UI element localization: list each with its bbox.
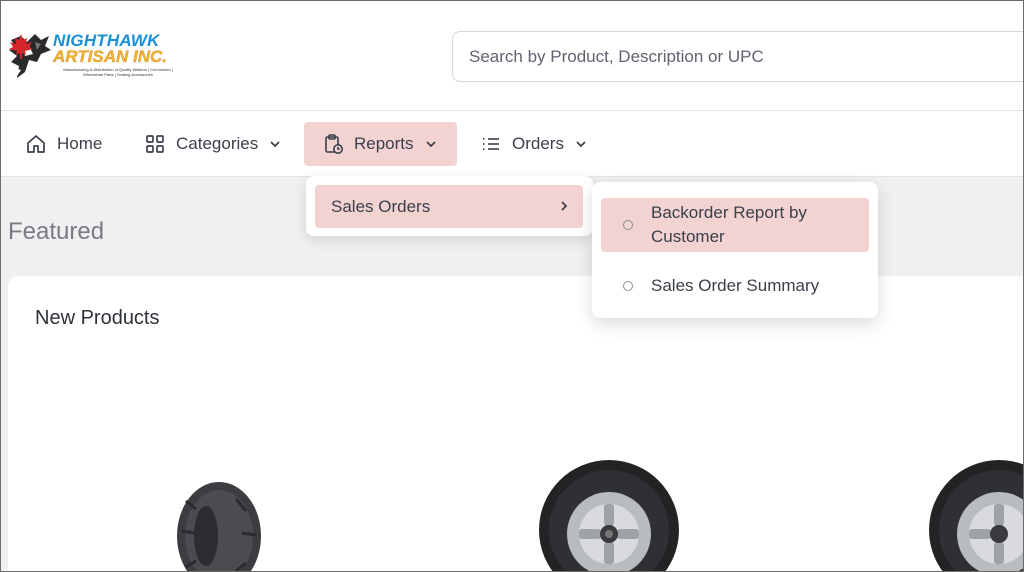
- menu-item-sales-orders[interactable]: Sales Orders: [315, 185, 583, 228]
- nav-categories-label: Categories: [176, 134, 259, 153]
- featured-heading: Featured: [8, 218, 105, 245]
- grid-icon: [144, 133, 166, 155]
- site-header: NIGHTHAWK ARTISAN INC. Manufacturing & D…: [0, 0, 1024, 111]
- nav-reports-label: Reports: [354, 134, 414, 153]
- circle-bullet-icon: [623, 281, 633, 291]
- submenu-item-backorder-report[interactable]: Backorder Report by Customer: [601, 198, 869, 252]
- circle-bullet-icon: [623, 220, 633, 230]
- product-image-wheel-1[interactable]: [538, 458, 680, 572]
- new-products-title: New Products: [35, 307, 160, 329]
- chevron-right-icon: [557, 198, 571, 218]
- brand-name-line2: ARTISAN INC.: [53, 47, 167, 66]
- search-box[interactable]: [452, 31, 1024, 82]
- nav-orders-label: Orders: [512, 134, 564, 153]
- submenu-item-sales-order-summary[interactable]: Sales Order Summary: [601, 268, 869, 304]
- brand-logo[interactable]: NIGHTHAWK ARTISAN INC. Manufacturing & D…: [7, 32, 207, 82]
- nav-categories[interactable]: Categories: [126, 122, 292, 166]
- chevron-down-icon: [268, 137, 282, 151]
- product-image-small-tire[interactable]: [176, 481, 262, 572]
- product-image-wheel-2[interactable]: [928, 458, 1024, 572]
- clipboard-clock-icon: [322, 133, 344, 155]
- reports-dropdown: Sales Orders: [306, 176, 593, 236]
- menu-item-sales-orders-label: Sales Orders: [331, 196, 431, 216]
- chevron-down-icon: [424, 137, 438, 151]
- home-icon: [25, 133, 47, 155]
- sales-orders-submenu: Backorder Report by Customer Sales Order…: [592, 182, 878, 318]
- submenu-item-summary-label: Sales Order Summary: [651, 276, 820, 295]
- main-nav: Home Categories Reports Orders: [0, 111, 1024, 177]
- nav-orders[interactable]: Orders: [462, 122, 598, 166]
- nav-reports[interactable]: Reports: [304, 122, 457, 166]
- chevron-down-icon: [574, 137, 588, 151]
- new-products-card: New Products: [8, 276, 1024, 572]
- submenu-item-backorder-label: Backorder Report by Customer: [651, 203, 807, 246]
- list-icon: [480, 133, 502, 155]
- nav-home[interactable]: Home: [7, 122, 112, 166]
- search-input[interactable]: [469, 44, 1009, 70]
- nav-home-label: Home: [57, 134, 103, 153]
- brand-tagline: Manufacturing & Distribution of Quality …: [63, 67, 173, 77]
- maple-leaf-icon: [9, 34, 33, 59]
